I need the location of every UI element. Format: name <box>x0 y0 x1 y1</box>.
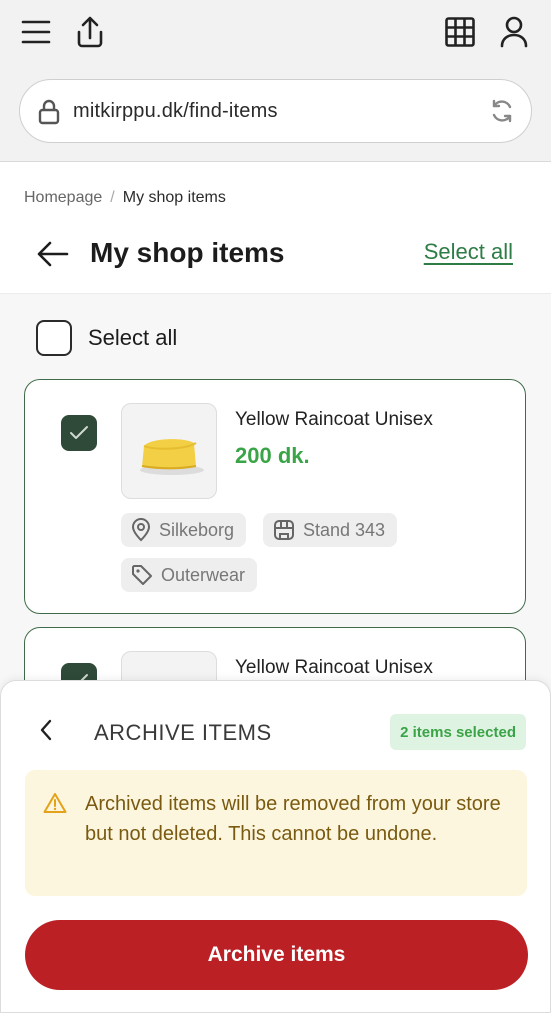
browser-chrome: mitkirppu.dk/find-items <box>0 0 551 162</box>
select-all-link[interactable]: Select all <box>424 239 513 265</box>
reload-icon[interactable] <box>489 98 515 129</box>
stand-chip: Stand 343 <box>263 513 398 547</box>
url-text: mitkirppu.dk/find-items <box>73 100 278 122</box>
breadcrumb-home[interactable]: Homepage <box>24 189 102 207</box>
breadcrumb-current: My shop items <box>122 189 226 206</box>
chevron-left-icon[interactable] <box>39 719 53 746</box>
stand-text: Stand 343 <box>303 519 386 540</box>
warning-text: Archived items will be removed from your… <box>85 793 501 845</box>
stand-icon <box>274 520 294 540</box>
back-arrow-icon[interactable] <box>36 239 70 274</box>
item-thumbnail <box>121 403 217 499</box>
grid-icon[interactable] <box>442 14 478 50</box>
item-name: Yellow Raincoat Unisex <box>235 657 433 678</box>
share-icon[interactable] <box>72 14 108 50</box>
item-checkbox[interactable] <box>61 415 97 451</box>
location-chip: Silkeborg <box>121 513 247 547</box>
item-card[interactable]: Yellow Raincoat Unisex 200 dk. Silkeborg… <box>24 379 526 614</box>
selected-count-badge: 2 items selected <box>390 714 526 750</box>
menu-icon[interactable] <box>18 14 54 50</box>
breadcrumb-separator: / <box>110 189 115 206</box>
select-all-label: Select all <box>88 325 178 350</box>
archive-items-button[interactable]: Archive items <box>25 920 528 990</box>
tag-icon <box>132 565 152 585</box>
warning-box: Archived items will be removed from your… <box>25 770 527 896</box>
user-icon[interactable] <box>496 14 532 50</box>
item-name: Yellow Raincoat Unisex <box>235 409 433 430</box>
item-price: 200 dk. <box>235 443 310 468</box>
lock-icon <box>38 99 60 130</box>
select-all-row[interactable]: Select all <box>36 320 177 356</box>
location-text: Silkeborg <box>159 519 235 540</box>
sheet-title: ARCHIVE ITEMS <box>94 720 272 745</box>
select-all-checkbox[interactable] <box>36 320 72 356</box>
category-text: Outerwear <box>161 564 246 585</box>
category-chip: Outerwear <box>121 558 258 592</box>
archive-bottom-sheet: ARCHIVE ITEMS 2 items selected Archived … <box>0 680 551 1013</box>
title-row: My shop items Select all <box>0 231 551 291</box>
check-icon <box>70 426 88 439</box>
warning-icon <box>43 792 67 819</box>
location-pin-icon <box>131 518 151 542</box>
breadcrumb: Homepage / My shop items <box>24 189 226 207</box>
address-bar[interactable]: mitkirppu.dk/find-items <box>19 79 532 143</box>
page-title: My shop items <box>90 237 285 268</box>
